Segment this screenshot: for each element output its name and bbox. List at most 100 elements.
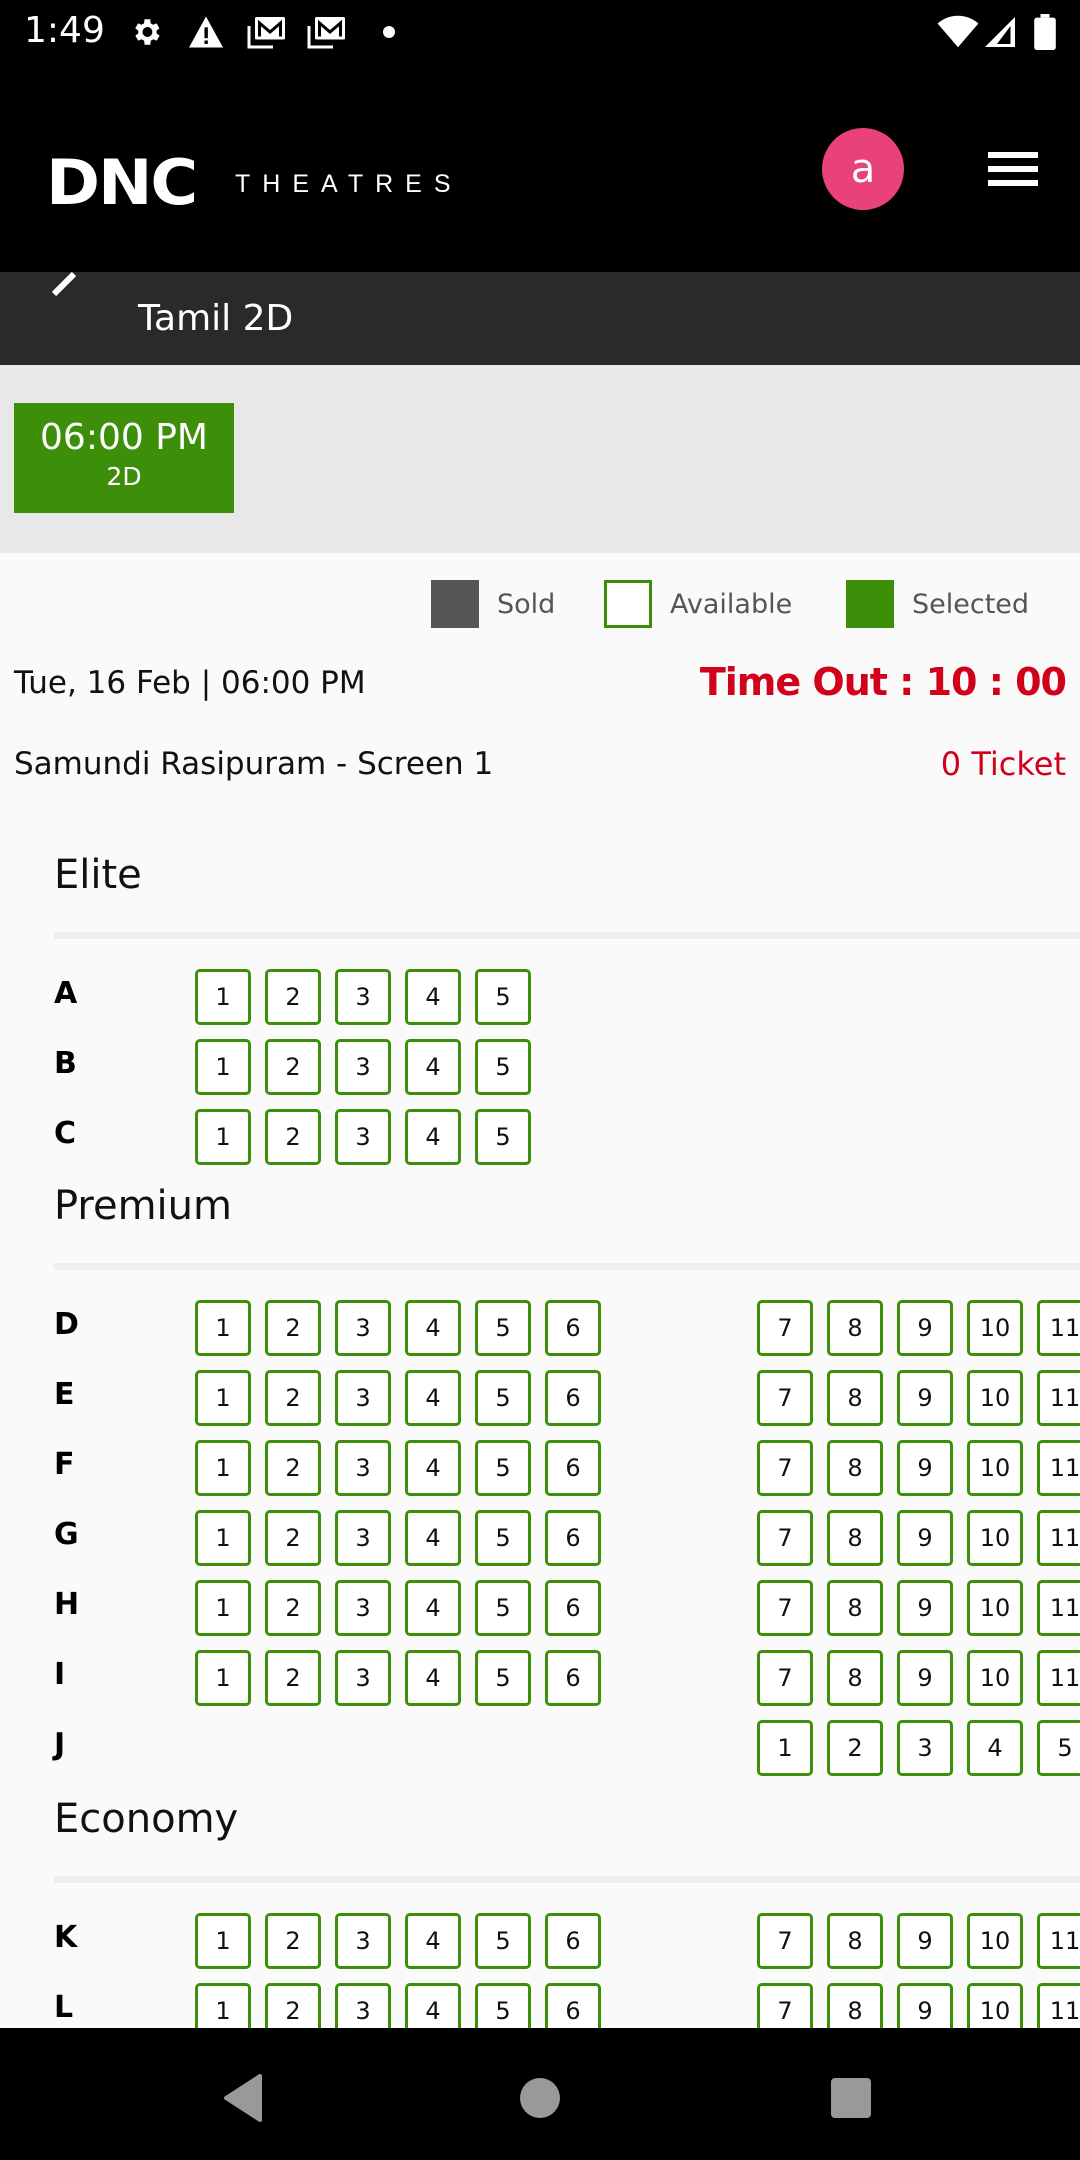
seat[interactable]: 4 (405, 1109, 461, 1165)
seat[interactable]: 10 (967, 1580, 1023, 1636)
recents-icon[interactable] (811, 2058, 891, 2138)
seat[interactable]: 3 (335, 969, 391, 1025)
seat[interactable]: 2 (265, 1913, 321, 1969)
seat[interactable]: 9 (897, 1300, 953, 1356)
seat[interactable]: 11 (1037, 1650, 1080, 1706)
seat[interactable]: 6 (545, 1580, 601, 1636)
seat[interactable]: 2 (265, 1039, 321, 1095)
seat[interactable]: 1 (195, 1300, 251, 1356)
seat[interactable]: 4 (405, 1510, 461, 1566)
seat[interactable]: 11 (1037, 1300, 1080, 1356)
seat[interactable]: 11 (1037, 1440, 1080, 1496)
seat[interactable]: 5 (475, 1580, 531, 1636)
seat[interactable]: 1 (195, 1580, 251, 1636)
seat[interactable]: 3 (335, 1370, 391, 1426)
seat[interactable]: 8 (827, 1580, 883, 1636)
seat[interactable]: 5 (475, 1370, 531, 1426)
seat[interactable]: 9 (897, 1650, 953, 1706)
seat[interactable]: 2 (827, 1720, 883, 1776)
seat[interactable]: 5 (475, 1039, 531, 1095)
seat[interactable]: 1 (195, 1650, 251, 1706)
seat[interactable]: 2 (265, 1510, 321, 1566)
seat[interactable]: 6 (545, 1300, 601, 1356)
seat[interactable]: 1 (195, 1370, 251, 1426)
seat[interactable]: 10 (967, 1913, 1023, 1969)
seat[interactable]: 4 (405, 1913, 461, 1969)
showtime-button[interactable]: 06:00 PM 2D (14, 403, 234, 513)
seat[interactable]: 5 (475, 1913, 531, 1969)
seat[interactable]: 3 (335, 1440, 391, 1496)
seat[interactable]: 9 (897, 1510, 953, 1566)
seat[interactable]: 11 (1037, 1510, 1080, 1566)
seat[interactable]: 4 (405, 1650, 461, 1706)
back-arrow-icon[interactable] (46, 272, 96, 316)
seat[interactable]: 9 (897, 1580, 953, 1636)
seat[interactable]: 5 (475, 1440, 531, 1496)
seat[interactable]: 7 (757, 1370, 813, 1426)
seat[interactable]: 11 (1037, 1580, 1080, 1636)
seat[interactable]: 1 (757, 1720, 813, 1776)
seat[interactable]: 5 (475, 1510, 531, 1566)
seat[interactable]: 7 (757, 1650, 813, 1706)
seat[interactable]: 5 (475, 1300, 531, 1356)
seat[interactable]: 7 (757, 1440, 813, 1496)
seat[interactable]: 2 (265, 1440, 321, 1496)
seat[interactable]: 6 (545, 1913, 601, 1969)
seat[interactable]: 2 (265, 1300, 321, 1356)
seat[interactable]: 1 (195, 969, 251, 1025)
seat[interactable]: 7 (757, 1300, 813, 1356)
seat[interactable]: 2 (265, 1650, 321, 1706)
seat[interactable]: 4 (405, 1370, 461, 1426)
seat[interactable]: 11 (1037, 1913, 1080, 1969)
seat[interactable]: 4 (405, 1580, 461, 1636)
hamburger-menu-icon[interactable] (988, 152, 1038, 188)
user-avatar[interactable]: a (822, 128, 904, 210)
seat[interactable]: 3 (897, 1720, 953, 1776)
seat[interactable]: 1 (195, 1913, 251, 1969)
seat[interactable]: 3 (335, 1510, 391, 1566)
seat[interactable]: 2 (265, 1370, 321, 1426)
seat[interactable]: 7 (757, 1510, 813, 1566)
seat[interactable]: 1 (195, 1039, 251, 1095)
seat[interactable]: 7 (757, 1913, 813, 1969)
seat[interactable]: 2 (265, 1109, 321, 1165)
seat[interactable]: 3 (335, 1913, 391, 1969)
seat[interactable]: 6 (545, 1370, 601, 1426)
seat[interactable]: 7 (757, 1580, 813, 1636)
seat[interactable]: 5 (475, 969, 531, 1025)
seat[interactable]: 8 (827, 1440, 883, 1496)
seat[interactable]: 10 (967, 1510, 1023, 1566)
seat[interactable]: 2 (265, 1580, 321, 1636)
seat[interactable]: 4 (405, 1440, 461, 1496)
seat[interactable]: 4 (405, 1039, 461, 1095)
seat[interactable]: 10 (967, 1650, 1023, 1706)
seat[interactable]: 5 (1037, 1720, 1080, 1776)
seat[interactable]: 10 (967, 1370, 1023, 1426)
seat[interactable]: 8 (827, 1650, 883, 1706)
seat[interactable]: 8 (827, 1370, 883, 1426)
seat[interactable]: 1 (195, 1440, 251, 1496)
seat[interactable]: 3 (335, 1580, 391, 1636)
home-icon[interactable] (500, 2058, 580, 2138)
back-icon[interactable] (204, 2058, 284, 2138)
seat[interactable]: 6 (545, 1440, 601, 1496)
seat[interactable]: 8 (827, 1913, 883, 1969)
seat[interactable]: 1 (195, 1510, 251, 1566)
seat[interactable]: 4 (405, 969, 461, 1025)
seat[interactable]: 6 (545, 1650, 601, 1706)
seat[interactable]: 4 (967, 1720, 1023, 1776)
seat[interactable]: 2 (265, 969, 321, 1025)
seat[interactable]: 3 (335, 1300, 391, 1356)
seat[interactable]: 1 (195, 1109, 251, 1165)
seat[interactable]: 3 (335, 1650, 391, 1706)
seat[interactable]: 9 (897, 1913, 953, 1969)
seat[interactable]: 11 (1037, 1370, 1080, 1426)
seat[interactable]: 9 (897, 1370, 953, 1426)
seat[interactable]: 8 (827, 1510, 883, 1566)
seat[interactable]: 9 (897, 1440, 953, 1496)
seat[interactable]: 6 (545, 1510, 601, 1566)
seat[interactable]: 3 (335, 1109, 391, 1165)
seat[interactable]: 8 (827, 1300, 883, 1356)
seat[interactable]: 10 (967, 1300, 1023, 1356)
seat[interactable]: 4 (405, 1300, 461, 1356)
